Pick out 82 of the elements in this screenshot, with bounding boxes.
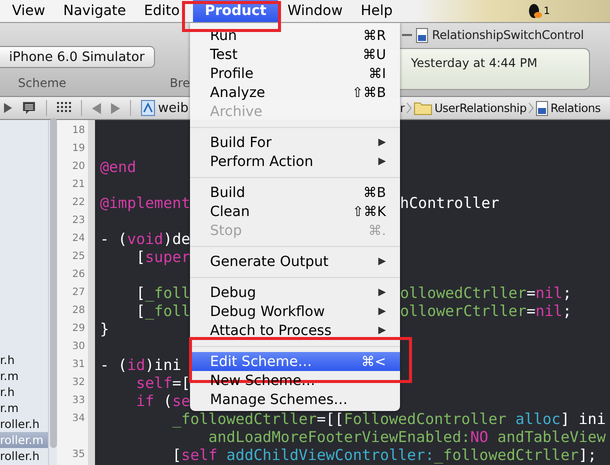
menu-item[interactable]: Debug ▶ <box>190 283 400 302</box>
code-line: @end <box>99 158 138 176</box>
chevron-icon <box>528 102 534 114</box>
line-number: 22 <box>72 197 85 208</box>
file-icon <box>416 28 428 42</box>
menu-item[interactable]: Profile ⌘I <box>190 64 400 83</box>
menu-item[interactable]: Generate Output ▶ <box>190 252 400 271</box>
dash-icon <box>402 34 412 36</box>
menu-item[interactable]: Build For ▶ <box>190 133 400 152</box>
notification-count: 1 <box>544 6 550 16</box>
menu-item[interactable]: Analyze ⇧⌘B <box>190 83 400 102</box>
code-line: - (void)de <box>99 230 190 248</box>
path-item[interactable]: weib <box>158 100 188 116</box>
menu-title[interactable]: Navigate <box>54 0 136 22</box>
file-item[interactable]: roller.h <box>0 416 48 432</box>
path-item[interactable]: r <box>400 101 404 115</box>
code-line: ollowedCtrller=nil; <box>400 284 573 302</box>
folder-icon <box>414 101 432 115</box>
code-line: [_foll <box>135 284 190 302</box>
file-item[interactable]: roller.h <box>0 448 48 464</box>
file-item[interactable]: r.h <box>0 352 48 368</box>
line-number: 34 <box>72 413 85 424</box>
code-line: andLoadMoreFooterViewEnabled:NO andTableView <box>207 428 607 446</box>
code-line: [self addChildViewController:_followedCtrller]; <box>171 446 598 464</box>
forward-icon[interactable] <box>111 102 120 114</box>
code-line: self=[ <box>135 374 190 392</box>
line-number: 20 <box>72 161 85 172</box>
toolbar-label: Scheme <box>18 76 68 90</box>
code-line: _followedCtrller=[[FollowedController alloc] ini <box>171 410 607 428</box>
menu-item[interactable]: Test ⌘U <box>190 45 400 64</box>
code-line: } <box>99 320 110 338</box>
file-item[interactable]: r.m <box>0 368 48 384</box>
menu-item[interactable]: Attach to Process ▶ <box>190 321 400 340</box>
line-number: 27 <box>72 287 85 298</box>
scrollbar-thumb[interactable] <box>50 118 56 448</box>
line-number: 19 <box>72 143 85 154</box>
scheme-popup[interactable]: iPhone 6.0 Simulator <box>0 46 155 68</box>
menu-item[interactable]: Edit Scheme… ⌘< <box>190 352 400 371</box>
menu-item[interactable]: Build ⌘B <box>190 183 400 202</box>
toolbar-label: Bre <box>170 76 190 90</box>
activity-text: Yesterday at 4:44 PM <box>411 56 538 70</box>
line-number: 29 <box>72 323 85 334</box>
penguin-icon[interactable] <box>528 3 542 19</box>
line-number: 33 <box>72 395 85 406</box>
play-icon[interactable] <box>4 103 12 113</box>
code-line: ollowerCtrller=nil; <box>400 302 573 320</box>
file-item[interactable]: r.h <box>0 384 48 400</box>
menu-item[interactable]: Clean ⇧⌘K <box>190 202 400 221</box>
line-number: 21 <box>72 179 85 190</box>
menu-title[interactable]: View <box>3 0 54 22</box>
path-item[interactable]: Relations <box>550 101 601 115</box>
code-line: if (se <box>135 392 190 410</box>
file-item[interactable]: r.m <box>0 400 48 416</box>
menu-item[interactable]: Manage Schemes… <box>190 390 400 409</box>
line-number: 32 <box>72 377 85 388</box>
code-line: @implement <box>99 194 190 212</box>
code-line: [super <box>135 248 190 266</box>
comment-icon[interactable] <box>22 101 36 115</box>
menu-item[interactable]: Perform Action ▶ <box>190 152 400 171</box>
line-number: 26 <box>72 269 85 280</box>
menu-item[interactable]: Debug Workflow ▶ <box>190 302 400 321</box>
window-title: RelationshipSwitchControl <box>432 28 584 42</box>
line-number: 31 <box>72 359 85 370</box>
path-item[interactable]: UserRelationship <box>434 101 526 115</box>
line-number: 18 <box>72 125 85 136</box>
menu-title[interactable]: Edito <box>135 0 189 22</box>
line-number: 28 <box>72 305 85 316</box>
grid-icon[interactable] <box>57 102 71 114</box>
line-number: 30 <box>72 341 85 352</box>
menu-title[interactable]: Help <box>352 0 402 22</box>
line-number: 35 <box>72 449 85 460</box>
file-icon <box>536 100 548 116</box>
code-line: [_foll <box>135 302 190 320</box>
code-line: hController <box>400 194 500 212</box>
project-icon[interactable] <box>141 100 155 116</box>
chevron-icon <box>406 102 412 114</box>
back-icon[interactable] <box>92 102 101 114</box>
line-number: 25 <box>72 251 85 262</box>
menu-title[interactable]: Window <box>278 0 352 22</box>
line-number: 24 <box>72 233 85 244</box>
line-number: 23 <box>72 215 85 226</box>
code-line: - (id)ini <box>99 356 182 374</box>
